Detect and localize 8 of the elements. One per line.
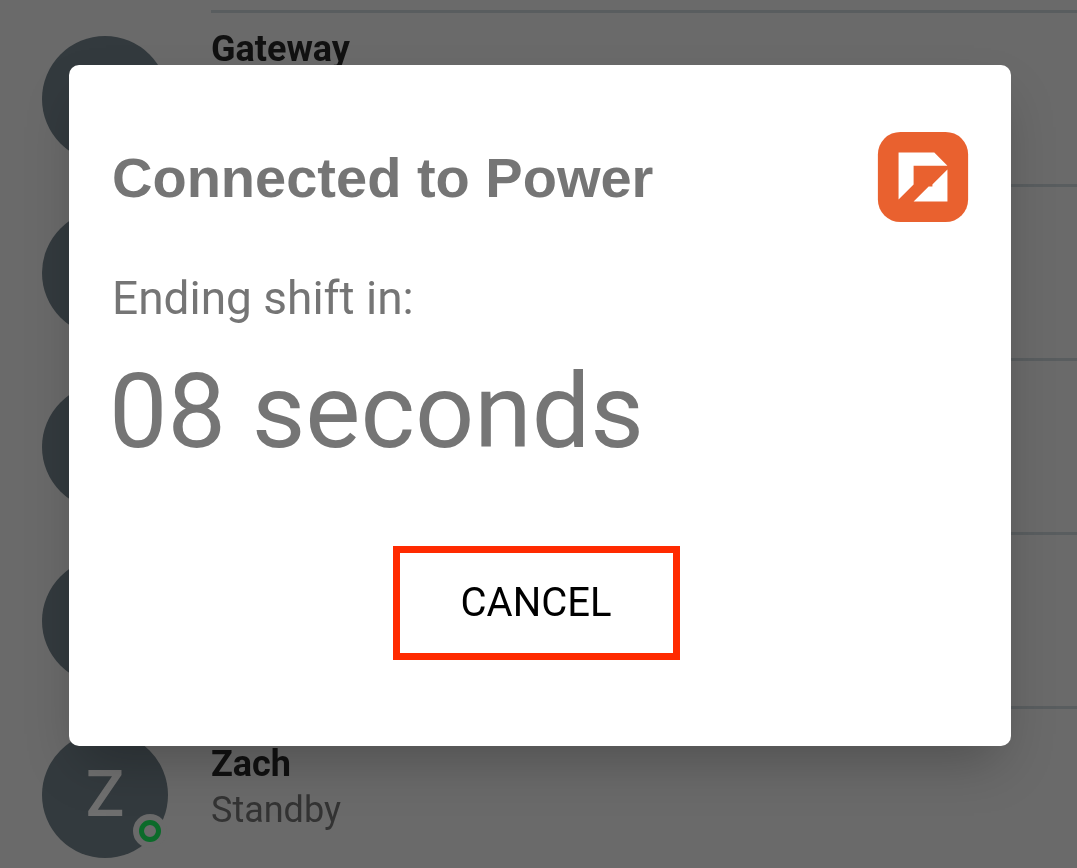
logo-icon (875, 130, 971, 224)
cancel-button[interactable]: CANCEL (392, 546, 680, 660)
message-text: Ending shift in: (112, 270, 414, 326)
dialog-title: Connected to Power (112, 145, 654, 211)
countdown-text: 08 seconds (109, 352, 645, 472)
contact-name: Zach (211, 741, 293, 786)
contact-status: Standby (211, 787, 341, 833)
contact-name: Gateway (211, 26, 350, 71)
